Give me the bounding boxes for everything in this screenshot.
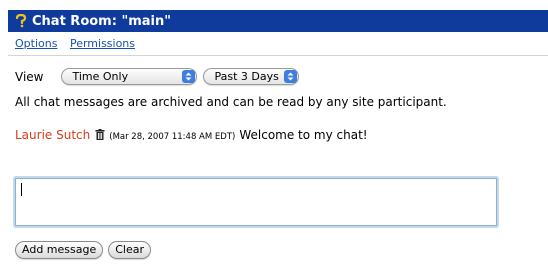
permissions-link[interactable]: Permissions — [70, 37, 135, 50]
page-title: Chat Room: "main" — [32, 13, 172, 29]
message-timestamp: (Mar 28, 2007 11:48 AM EDT) — [109, 132, 236, 142]
view-mode-value: Time Only — [72, 70, 129, 83]
chat-message: Laurie Sutch (Mar 28, 2007 11:48 AM EDT)… — [15, 124, 368, 142]
view-mode-select[interactable]: Time Only — [61, 68, 198, 85]
trash-icon[interactable] — [95, 125, 105, 140]
time-range-select[interactable]: Past 3 Days — [203, 68, 300, 85]
view-filter-row: View Time Only Past 3 Days — [15, 68, 305, 85]
clear-button[interactable]: Clear — [108, 241, 152, 259]
message-author: Laurie Sutch — [15, 128, 91, 142]
divider — [8, 55, 548, 56]
select-arrows-icon — [182, 70, 196, 83]
options-link[interactable]: Options — [15, 37, 57, 50]
time-range-value: Past 3 Days — [214, 70, 279, 83]
message-text: Welcome to my chat! — [239, 128, 368, 142]
archive-notice: All chat messages are archived and can b… — [15, 95, 447, 109]
tool-links: Options Permissions — [15, 37, 144, 50]
help-icon[interactable] — [14, 13, 28, 29]
add-message-button[interactable]: Add message — [15, 241, 104, 259]
message-actions: Add message Clear — [15, 241, 156, 259]
select-arrows-icon — [284, 70, 298, 83]
message-input[interactable] — [15, 178, 497, 226]
chat-room-header: Chat Room: "main" — [8, 10, 548, 32]
text-caret — [21, 183, 22, 196]
view-label: View — [15, 69, 44, 84]
